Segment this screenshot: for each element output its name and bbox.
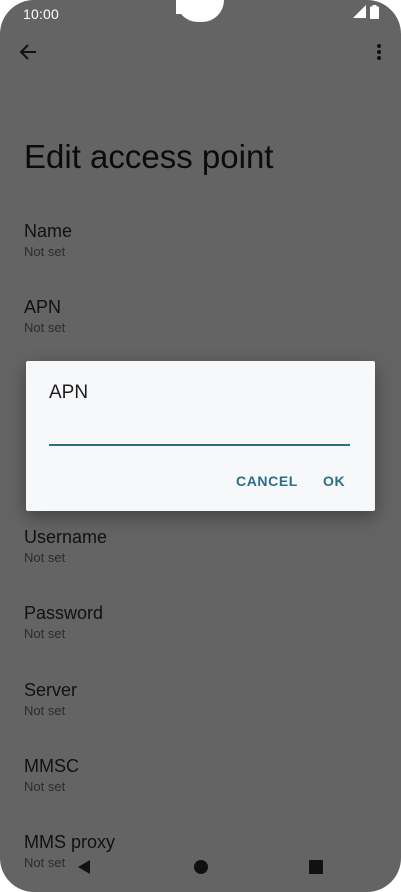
square-recents-icon [308,859,324,880]
pref-item-server[interactable]: Server Not set [24,679,77,719]
camera-notch [176,0,224,22]
apn-dialog: APN CANCEL OK [26,361,375,511]
pref-title: Username [24,527,108,547]
circle-home-icon [193,859,209,880]
pref-item-apn[interactable]: APN Not set [24,296,65,336]
pref-summary: Not set [24,626,66,641]
battery-icon [370,4,379,24]
arrow-back-icon [18,42,38,67]
nav-home-button[interactable] [190,858,212,880]
triangle-back-icon [76,859,92,880]
more-vert-icon [376,43,382,66]
pref-item-username[interactable]: Username Not set [24,526,107,566]
pref-item-mmsc[interactable]: MMSC Not set [24,755,79,795]
nav-recents-button[interactable] [305,858,327,880]
back-button[interactable] [14,40,42,68]
nav-back-button[interactable] [73,858,95,880]
status-time: 10:00 [23,6,60,22]
pref-title: Name [24,221,73,241]
pref-summary: Not set [24,320,66,335]
dialog-title: APN [49,382,89,403]
cancel-button[interactable]: CANCEL [230,469,304,493]
pref-summary: Not set [24,550,66,565]
pref-title: MMSC [24,756,79,776]
status-icons [353,4,379,24]
status-bar: 10:00 [0,0,401,30]
ok-button[interactable]: OK [317,469,351,493]
pref-title: APN [24,297,62,317]
pref-title: Password [24,603,104,623]
signal-icon [353,5,366,23]
navigation-bar [0,844,401,892]
pref-title: Server [24,680,78,700]
pref-summary: Not set [24,703,66,718]
apn-input[interactable] [49,414,350,446]
more-options-button[interactable] [369,40,389,68]
phone-screen: 10:00 Edit access point Name Not set APN… [0,0,401,892]
pref-summary: Not set [24,779,66,794]
pref-item-name[interactable]: Name Not set [24,220,72,260]
page-title: Edit access point [24,138,274,175]
pref-summary: Not set [24,244,66,259]
pref-item-password[interactable]: Password Not set [24,602,103,642]
